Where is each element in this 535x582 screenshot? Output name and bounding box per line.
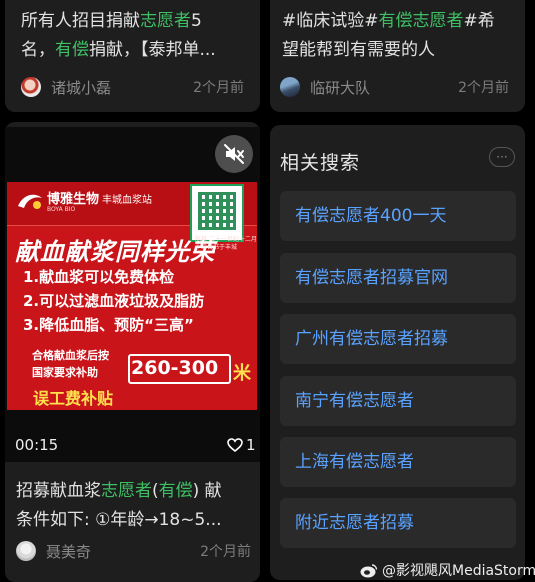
- post-title: 所有人招目捐献志愿者5 名，有偿捐献，【泰邦单...: [21, 11, 216, 60]
- heart-icon: [227, 438, 243, 452]
- avatar[interactable]: [16, 541, 36, 561]
- post-title: #临床试验#有偿志愿者#希 望能帮到有需要的人: [282, 11, 495, 60]
- video-duration: 00:15: [15, 436, 59, 454]
- mute-button[interactable]: [215, 135, 253, 173]
- related-search-title: 相关搜索: [280, 152, 361, 174]
- poster-fee: 误工费补贴: [33, 389, 114, 408]
- poster-benefit: 1.献血浆可以免费体检: [23, 268, 175, 286]
- highlight-keyword: 有偿: [158, 481, 193, 501]
- highlight-keyword: 志愿者: [101, 481, 152, 501]
- related-search-item[interactable]: 有偿志愿者招募官网: [280, 253, 516, 303]
- like-button[interactable]: 1: [227, 436, 256, 454]
- highlight-keyword: 有偿志愿者: [378, 11, 464, 31]
- avatar[interactable]: [280, 77, 300, 97]
- related-search-item[interactable]: 南宁有偿志愿者: [280, 376, 516, 426]
- post-time: 2个月前: [458, 80, 509, 96]
- poster-subsidy-line: 国家要求补助: [32, 366, 98, 379]
- brand-logo-icon: [18, 194, 42, 209]
- related-search-item[interactable]: 上海有偿志愿者: [280, 437, 516, 487]
- author-name[interactable]: 临研大队: [310, 77, 458, 98]
- like-count: 1: [246, 436, 256, 454]
- poster-benefit: 3.降低血脂、预防“三高”: [23, 316, 194, 334]
- highlight-keyword: 志愿者: [140, 11, 191, 31]
- poster-brand: 博雅生物: [47, 192, 100, 207]
- post-card-top-right[interactable]: #临床试验#有偿志愿者#希 望能帮到有需要的人 临研大队 2个月前: [270, 0, 525, 112]
- avatar[interactable]: [21, 77, 41, 97]
- related-search-item[interactable]: 附近志愿者招募: [280, 498, 516, 548]
- speaker-muted-icon: [224, 144, 244, 164]
- post-time: 2个月前: [193, 80, 244, 96]
- poster-station: 丰城血浆站: [102, 195, 152, 206]
- poster-subsidy-line: 合格献血浆后按: [32, 349, 109, 362]
- poster-price-unit: 米: [233, 363, 251, 384]
- poster-slogan-note: 陈其 二十一世纪十二月十三日书于丰城: [195, 236, 257, 251]
- poster-brand-sub: BOYA BIO: [47, 206, 76, 213]
- video-post-title[interactable]: 招募献血浆志愿者(有偿) 献 条件如下: ①年龄→18~5...: [16, 477, 254, 535]
- author-name[interactable]: 聂美奇: [46, 541, 200, 562]
- watermark: @影视飓风MediaStorm: [360, 560, 535, 580]
- post-time: 2个月前: [200, 544, 251, 560]
- related-search-item[interactable]: 广州有偿志愿者招募: [280, 314, 516, 364]
- poster-price: 260-300: [131, 357, 219, 379]
- poster-benefit: 2.可以过滤血液垃圾及脂肪: [23, 292, 205, 310]
- related-search-item[interactable]: 有偿志愿者400一天: [280, 191, 516, 241]
- video-poster-image: 博雅生物 BOYA BIO 丰城血浆站 献血献浆同样光荣 陈其 二十一世纪十二月…: [7, 182, 257, 410]
- post-card-top-left[interactable]: 所有人招目捐献志愿者5 名，有偿捐献，【泰邦单... 诸城小磊 2个月前: [5, 0, 260, 112]
- highlight-keyword: 有偿: [55, 40, 89, 60]
- weibo-logo-icon: [360, 563, 378, 577]
- poster-slogan: 献血献浆同样光荣: [15, 237, 215, 266]
- video-thumbnail[interactable]: 博雅生物 BOYA BIO 丰城血浆站 献血献浆同样光荣 陈其 二十一世纪十二月…: [5, 127, 260, 462]
- author-name[interactable]: 诸城小磊: [51, 77, 193, 98]
- ellipsis-icon[interactable]: ···: [489, 147, 515, 167]
